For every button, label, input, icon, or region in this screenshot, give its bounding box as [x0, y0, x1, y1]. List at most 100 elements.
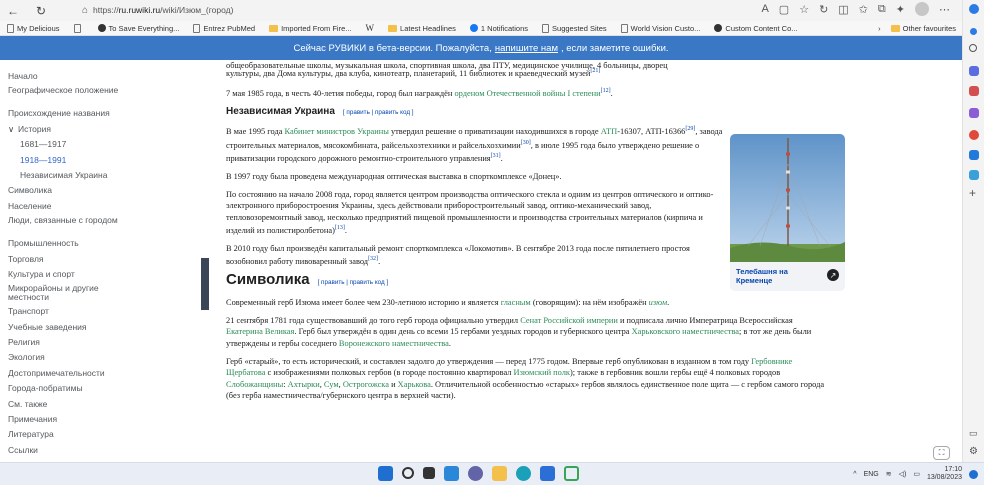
bookmark-blank[interactable]: [67, 23, 91, 33]
office-icon[interactable]: [969, 130, 979, 140]
search-icon[interactable]: [402, 467, 414, 479]
ref-30[interactable]: [30]: [521, 140, 531, 146]
link-senate[interactable]: Сенат Российской империи: [520, 316, 618, 325]
link-sumy[interactable]: Сум: [324, 380, 339, 389]
bookmark-wikipedia[interactable]: W: [359, 23, 382, 33]
address-bar[interactable]: ⌂ https://ru.ruwiki.ru/wiki/Изюм_(город): [82, 2, 762, 18]
clock[interactable]: 17:10 13/08/2023: [927, 466, 962, 482]
outlook-icon[interactable]: [969, 150, 979, 160]
toc-item[interactable]: Происхождение названия: [6, 106, 186, 121]
toc-item[interactable]: Экология: [6, 350, 186, 365]
link-kharkov-vicegerency[interactable]: Харьковского наместничества: [632, 327, 739, 336]
language-indicator[interactable]: ENG: [864, 471, 879, 478]
bookmark-to-save-everything[interactable]: To Save Everything...: [91, 24, 187, 33]
toc-item[interactable]: Транспорт: [6, 304, 186, 319]
tag-icon[interactable]: [969, 66, 979, 76]
link-catherine[interactable]: Екатерина Великая: [226, 327, 294, 336]
link-ostrogozhsk[interactable]: Острогожска: [343, 380, 389, 389]
scroll-indicator[interactable]: [201, 258, 209, 310]
toc-item[interactable]: 1918—1991: [6, 153, 186, 168]
tab-action-icon[interactable]: ▢: [779, 3, 789, 16]
volume-icon[interactable]: ◁): [899, 470, 907, 478]
link-order-patriotic-war[interactable]: орденом Отечественной войны I степени: [454, 89, 600, 98]
start-icon[interactable]: [378, 466, 393, 481]
sidebar-settings-icon[interactable]: ⚙: [969, 446, 978, 457]
toc-item[interactable]: Примечания: [6, 412, 186, 427]
bookmark-suggested-sites[interactable]: Suggested Sites: [535, 23, 614, 33]
read-aloud-icon[interactable]: A: [761, 3, 768, 15]
ref-32[interactable]: [32]: [368, 256, 378, 262]
split-screen-icon[interactable]: ◫: [838, 3, 848, 16]
bookmark-world-vision[interactable]: World Vision Custo...: [614, 23, 708, 33]
teams-chat-icon[interactable]: [468, 466, 483, 481]
toc-item[interactable]: Микрорайоны и другие местности: [6, 282, 126, 304]
chevron-up-icon[interactable]: ^: [853, 471, 856, 478]
search-icon[interactable]: [969, 44, 977, 52]
link-voronezh-vicegerency[interactable]: Воронежского наместничества: [339, 339, 449, 348]
battery-icon[interactable]: ▭: [913, 470, 920, 478]
edge-browser-icon[interactable]: [516, 466, 531, 481]
fullscreen-icon[interactable]: ⛶: [933, 446, 950, 460]
more-menu-icon[interactable]: ⋯: [939, 3, 950, 16]
back-icon[interactable]: ←: [4, 2, 22, 20]
refresh-icon[interactable]: ↻: [32, 2, 50, 20]
add-icon[interactable]: +: [969, 186, 976, 200]
widgets-icon[interactable]: [444, 466, 459, 481]
banner-feedback-link[interactable]: напишите нам: [495, 43, 558, 54]
toc-item[interactable]: Учебные заведения: [6, 320, 186, 335]
sidebar-panel-icon[interactable]: ▭: [969, 428, 978, 439]
link-slobozhanshchina[interactable]: Слобожанщины: [226, 380, 283, 389]
store-icon[interactable]: [540, 466, 555, 481]
snipping-tool-icon[interactable]: [564, 466, 579, 481]
tools-icon[interactable]: [969, 86, 979, 96]
toc-item[interactable]: Литература: [6, 427, 186, 442]
toc-item[interactable]: Независимая Украина: [6, 168, 186, 183]
ref-12[interactable]: [12]: [601, 88, 611, 94]
favorite-star-icon[interactable]: ☆: [799, 3, 809, 16]
bing-icon[interactable]: [969, 4, 979, 14]
file-explorer-icon[interactable]: [492, 466, 507, 481]
ref-13[interactable]: [13]: [335, 225, 345, 231]
toc-item[interactable]: Торговля: [6, 252, 186, 267]
toc-item[interactable]: 1681—1917: [6, 137, 186, 152]
link-akhtyrka[interactable]: Ахтырки: [288, 380, 320, 389]
wifi-icon[interactable]: ≋: [886, 470, 892, 478]
toc-item[interactable]: Достопримечательности: [6, 366, 186, 381]
link-atp[interactable]: АТП: [601, 127, 617, 136]
link-kharkov[interactable]: Харькова: [398, 380, 431, 389]
home-icon[interactable]: ⌂: [82, 5, 88, 16]
toc-item[interactable]: Символика: [6, 183, 186, 198]
toc-item[interactable]: См. также: [6, 397, 186, 412]
link-cabinet-ministers[interactable]: Кабинет министров Украины: [285, 127, 389, 136]
url-text[interactable]: https://ru.ruwiki.ru/wiki/Изюм_(город): [93, 5, 233, 15]
toc-item[interactable]: Ссылки: [6, 443, 186, 458]
toc-item[interactable]: Люди, связанные с городом: [6, 214, 126, 236]
toc-item[interactable]: ∨ История: [6, 122, 186, 137]
profile-avatar[interactable]: [915, 2, 929, 16]
toc-item[interactable]: Начало: [6, 69, 186, 84]
toc-item[interactable]: Промышленность: [6, 236, 186, 251]
toc-item[interactable]: Культура и спорт: [6, 267, 186, 282]
bookmark-notifications[interactable]: 1 Notifications: [463, 24, 535, 33]
bookmark-my-delicious[interactable]: My Delicious: [0, 23, 67, 33]
bookmark-other-favourites[interactable]: Other favourites: [890, 24, 956, 33]
bookmark-custom-content[interactable]: Custom Content Co...: [707, 24, 804, 33]
tv-tower-figure[interactable]: Телебашня на Кременце ↗: [730, 134, 845, 291]
edit-links[interactable]: [ править | править код ]: [343, 109, 414, 116]
refresh-page-icon[interactable]: ↻: [819, 3, 828, 16]
bookmark-entrez-pubmed[interactable]: Entrez PubMed: [186, 23, 262, 33]
toc-item[interactable]: Религия: [6, 335, 186, 350]
toc-item[interactable]: Города-побратимы: [6, 381, 186, 396]
link-izyum-regiment[interactable]: Изюмский полк: [514, 368, 570, 377]
link-izyum[interactable]: изюм: [649, 298, 667, 307]
link-glasny[interactable]: гласным: [501, 298, 531, 307]
figure-caption[interactable]: Телебашня на Кременце: [736, 267, 816, 285]
notification-icon[interactable]: [969, 469, 978, 479]
chevron-down-icon[interactable]: ∨: [8, 122, 18, 137]
extensions-icon[interactable]: ✦: [896, 3, 905, 16]
send-icon[interactable]: [969, 170, 979, 180]
chevron-right-icon[interactable]: ›: [878, 24, 881, 33]
ref-31[interactable]: [31]: [491, 153, 501, 159]
ref-29[interactable]: [29]: [685, 126, 695, 132]
favorites-icon[interactable]: ✩: [859, 3, 868, 16]
